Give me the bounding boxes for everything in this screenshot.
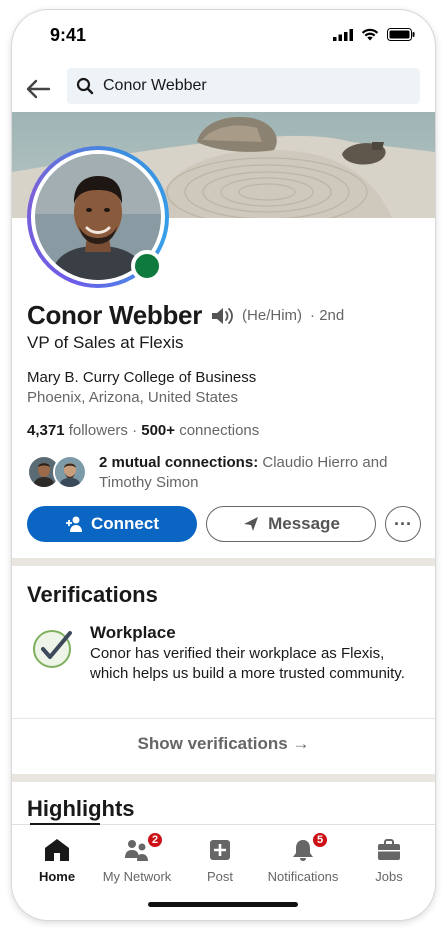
tab-my-network[interactable]: 2 My Network [92, 831, 182, 884]
profile-location: Phoenix, Arizona, United States [27, 389, 238, 406]
mutual-avatars [27, 455, 91, 489]
back-arrow-icon [26, 79, 51, 99]
tab-home-label: Home [38, 869, 76, 884]
active-tab-indicator [30, 823, 100, 825]
tab-my-network-label: My Network [102, 869, 172, 884]
battery-icon [387, 28, 415, 41]
network-icon: 2 [92, 831, 182, 863]
connections-count: 500+ [141, 422, 176, 439]
mutual-count: 2 mutual connections: [99, 454, 259, 471]
name-line: Conor Webber (He/Him) · 2nd [27, 300, 344, 331]
show-verifications-link[interactable]: Show verifications → [12, 734, 435, 754]
mutual-avatar [53, 455, 87, 489]
tab-jobs[interactable]: Jobs [344, 837, 434, 884]
bell-icon: 5 [258, 831, 348, 863]
search-icon [67, 77, 103, 95]
stats-separator: · [132, 422, 142, 439]
profile-pronouns: (He/Him) [242, 307, 303, 324]
wifi-icon [361, 28, 379, 41]
verification-item-title: Workplace [90, 623, 176, 642]
back-button[interactable] [24, 74, 54, 104]
search-input[interactable] [103, 77, 403, 95]
profile-school[interactable]: Mary B. Curry College of Business [27, 369, 256, 386]
tab-home[interactable]: Home [12, 837, 102, 884]
tab-jobs-label: Jobs [375, 869, 403, 884]
search-bar[interactable] [67, 68, 420, 104]
connections-label: connections [179, 422, 260, 439]
message-label: Message [268, 514, 340, 533]
connect-button[interactable]: Connect [27, 506, 197, 542]
connection-degree: · 2nd [310, 307, 345, 324]
online-status-dot [131, 250, 163, 282]
section-divider [12, 774, 435, 782]
verification-item-desc: Conor has verified their workplace as Fl… [90, 645, 405, 682]
ellipsis-icon: ··· [394, 513, 412, 534]
home-indicator [148, 902, 298, 907]
post-icon [175, 837, 265, 863]
verifications-title: Verifications [27, 582, 158, 607]
add-person-icon [66, 516, 82, 532]
followers-count: 4,371 [27, 422, 65, 439]
speaker-icon[interactable] [210, 306, 234, 326]
followers-label: followers [68, 422, 128, 439]
status-bar: 9:41 [12, 10, 435, 60]
network-badge: 2 [146, 831, 164, 849]
briefcase-icon [344, 837, 434, 863]
status-time: 9:41 [50, 25, 87, 45]
tab-post-label: Post [206, 869, 233, 884]
profile-headline: VP of Sales at Flexis [27, 333, 184, 352]
message-button[interactable]: Message [206, 506, 376, 542]
phone-frame: 9:41 Conor Webber Conor Webber (He/Him) … [12, 10, 435, 920]
tab-notifications-label: Notifications [267, 869, 339, 884]
section-divider [12, 558, 435, 566]
profile-name: Conor Webber [27, 300, 203, 330]
status-icons [333, 28, 415, 41]
top-bar [12, 64, 435, 116]
profile-stats[interactable]: 4,371 followers · 500+ connections [27, 422, 259, 439]
mutual-connections[interactable]: 2 mutual connections: Claudio Hierro and… [27, 451, 422, 493]
notifications-badge: 5 [311, 831, 329, 849]
verification-separator [12, 718, 435, 719]
connect-label: Connect [91, 514, 159, 533]
more-options-button[interactable]: ··· [385, 506, 421, 542]
signal-icon [333, 28, 353, 41]
tab-post[interactable]: Post [175, 837, 265, 884]
tab-notifications[interactable]: 5 Notifications [258, 831, 348, 884]
home-icon [12, 837, 102, 863]
highlights-title: Highlights [27, 796, 135, 821]
verified-check-icon [32, 627, 76, 671]
mutual-connections-text: 2 mutual connections: Claudio Hierro and… [99, 453, 419, 493]
profile-actions: Connect Message ··· [27, 506, 422, 544]
send-icon [244, 517, 259, 531]
